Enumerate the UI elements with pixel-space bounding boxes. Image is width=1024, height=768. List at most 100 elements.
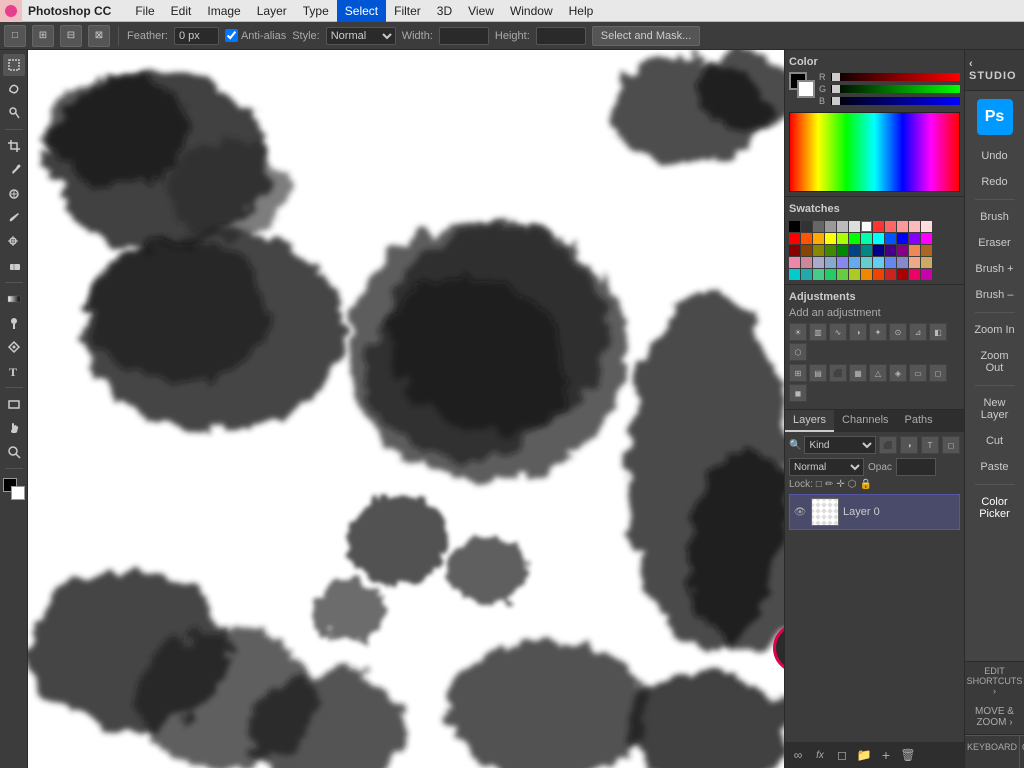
swatch[interactable] [837, 221, 848, 232]
layer-filter-pixel[interactable]: ⬛ [879, 436, 897, 454]
swatch[interactable] [813, 257, 824, 268]
adj-photofilter[interactable]: ⬡ [789, 343, 807, 361]
tool-pen[interactable] [3, 336, 25, 358]
swatch[interactable] [789, 233, 800, 244]
swatch[interactable] [861, 221, 872, 232]
menu-type[interactable]: Type [295, 0, 337, 22]
swatch[interactable] [789, 221, 800, 232]
studio-move-zoom-btn[interactable]: MOVE & ZOOM › [965, 700, 1024, 735]
adj-threshold[interactable]: △ [869, 364, 887, 382]
swatch[interactable] [801, 221, 812, 232]
layer-fx-btn[interactable]: fx [811, 746, 829, 764]
adj-exposure[interactable]: ◑ [849, 323, 867, 341]
tool-heal[interactable] [3, 183, 25, 205]
subtract-selection-btn[interactable]: ⊟ [60, 25, 82, 47]
swatch[interactable] [909, 221, 920, 232]
new-selection-btn[interactable]: □ [4, 25, 26, 47]
g-slider[interactable] [831, 85, 960, 93]
r-thumb[interactable] [832, 73, 840, 81]
studio-zoom-out-btn[interactable]: Zoom Out [970, 344, 1020, 380]
swatch[interactable] [813, 245, 824, 256]
swatch[interactable] [801, 269, 812, 280]
b-slider[interactable] [831, 97, 960, 105]
menu-file[interactable]: File [127, 0, 162, 22]
swatch[interactable] [921, 221, 932, 232]
layer-filter-adj[interactable]: ◑ [900, 436, 918, 454]
swatch[interactable] [837, 257, 848, 268]
menu-3d[interactable]: 3D [429, 0, 460, 22]
layer-link-btn[interactable]: ∞ [789, 746, 807, 764]
menu-image[interactable]: Image [199, 0, 248, 22]
swatch[interactable] [897, 257, 908, 268]
layer-filter-shape[interactable]: ◻ [942, 436, 960, 454]
swatch[interactable] [921, 233, 932, 244]
adj-levels[interactable]: ▥ [809, 323, 827, 341]
tool-gradient[interactable] [3, 288, 25, 310]
layer-mask-btn[interactable]: ◻ [833, 746, 851, 764]
intersect-selection-btn[interactable]: ⊠ [88, 25, 110, 47]
swatch[interactable] [909, 233, 920, 244]
menu-layer[interactable]: Layer [249, 0, 295, 22]
swatch[interactable] [861, 269, 872, 280]
swatch[interactable] [825, 257, 836, 268]
swatch[interactable] [885, 245, 896, 256]
swatch[interactable] [873, 221, 884, 232]
tool-hand[interactable] [3, 417, 25, 439]
studio-undo-btn[interactable]: Undo [970, 144, 1020, 168]
adj-gradientmap[interactable]: ▭ [909, 364, 927, 382]
swatch[interactable] [813, 269, 824, 280]
tool-eraser[interactable] [3, 255, 25, 277]
swatch[interactable] [837, 269, 848, 280]
canvas-area[interactable] [28, 50, 784, 768]
menu-view[interactable]: View [460, 0, 502, 22]
adj-colorlookup[interactable]: ▤ [809, 364, 827, 382]
bg-color-swatch[interactable] [797, 80, 815, 98]
tool-dodge[interactable] [3, 312, 25, 334]
swatch[interactable] [837, 245, 848, 256]
select-mask-btn[interactable]: Select and Mask... [592, 26, 701, 46]
width-input[interactable] [439, 27, 489, 45]
menu-edit[interactable]: Edit [163, 0, 200, 22]
swatch[interactable] [849, 221, 860, 232]
tool-text[interactable]: T [3, 360, 25, 382]
style-select[interactable]: Normal Fixed Ratio Fixed Size [326, 27, 396, 45]
studio-quickkeys-btn[interactable]: QUICK KEYS [1020, 736, 1024, 768]
g-thumb[interactable] [832, 85, 840, 93]
swatch[interactable] [873, 257, 884, 268]
r-slider[interactable] [831, 73, 960, 81]
swatch[interactable] [813, 221, 824, 232]
swatch[interactable] [825, 233, 836, 244]
adj-invert[interactable]: ⬛ [829, 364, 847, 382]
menu-filter[interactable]: Filter [386, 0, 429, 22]
layer-new-btn[interactable]: + [877, 746, 895, 764]
adj-hue[interactable]: ⊙ [889, 323, 907, 341]
swatch[interactable] [849, 269, 860, 280]
tool-rectangular-marquee[interactable] [3, 54, 25, 76]
swatch[interactable] [885, 257, 896, 268]
swatch[interactable] [873, 269, 884, 280]
swatch[interactable] [885, 269, 896, 280]
lock-artboard[interactable]: ⬡ [848, 479, 857, 490]
tab-channels[interactable]: Channels [834, 410, 896, 432]
swatch[interactable] [861, 233, 872, 244]
swatch[interactable] [813, 233, 824, 244]
swatch[interactable] [789, 257, 800, 268]
adj-selectivecolor[interactable]: ◈ [889, 364, 907, 382]
studio-brush-minus-btn[interactable]: Brush – [970, 283, 1020, 307]
swatch[interactable] [825, 269, 836, 280]
adj-bw[interactable]: ◧ [929, 323, 947, 341]
layer-item[interactable]: 👁 Layer 0 [789, 494, 960, 530]
tool-lasso[interactable] [3, 78, 25, 100]
background-color[interactable] [11, 486, 25, 500]
feather-input[interactable] [174, 27, 219, 45]
adj-gradient[interactable]: ◼ [789, 384, 807, 402]
tool-zoom[interactable] [3, 441, 25, 463]
adj-solidcolor[interactable]: ◻ [929, 364, 947, 382]
antialias-checkbox[interactable] [225, 29, 238, 42]
swatch[interactable] [801, 257, 812, 268]
studio-zoom-in-btn[interactable]: Zoom In [970, 318, 1020, 342]
studio-eraser-btn[interactable]: Eraser [970, 231, 1020, 255]
swatch[interactable] [789, 245, 800, 256]
studio-color-picker-btn[interactable]: Color Picker [970, 490, 1020, 526]
swatch[interactable] [885, 221, 896, 232]
